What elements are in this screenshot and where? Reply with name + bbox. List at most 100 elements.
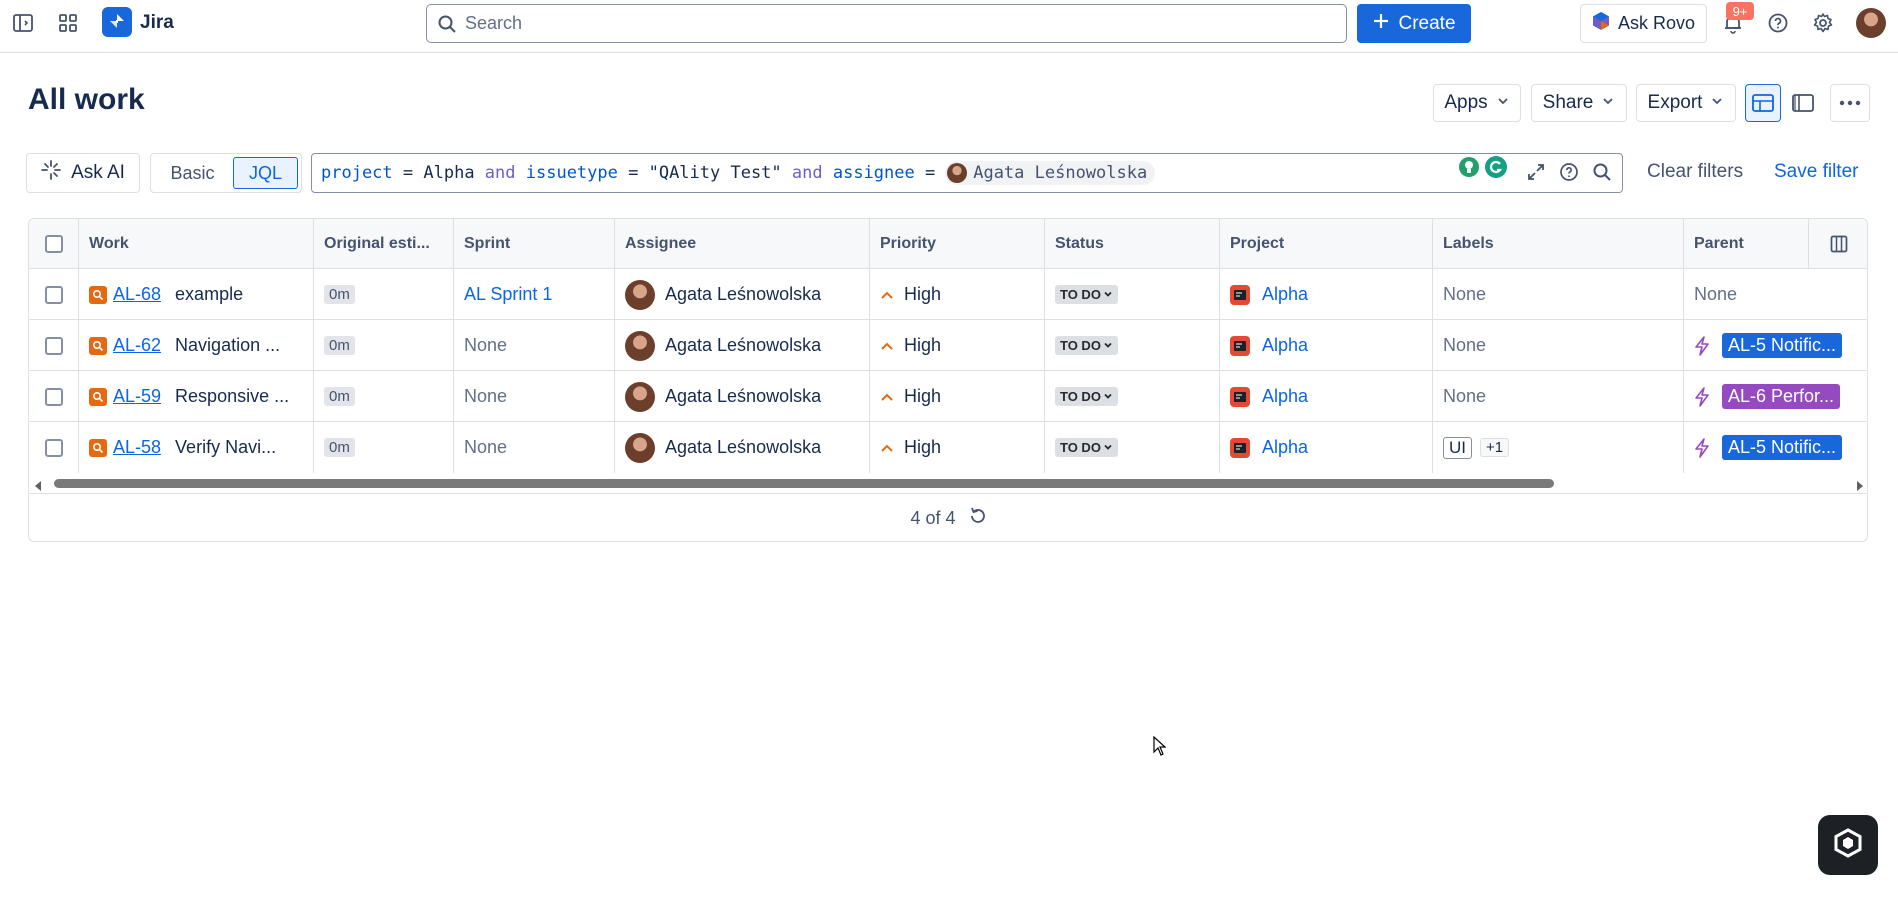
issue-key-link[interactable]: AL-62 bbox=[113, 335, 161, 356]
jira-logo-icon[interactable] bbox=[102, 7, 132, 37]
row-checkbox[interactable] bbox=[44, 336, 63, 355]
help-icon[interactable] bbox=[1763, 8, 1793, 38]
table-row[interactable]: AL-58 Verify Navi... 0m None Agata Leśno… bbox=[29, 422, 1867, 473]
project-link[interactable]: Alpha bbox=[1262, 284, 1308, 305]
column-header-work[interactable]: Work bbox=[79, 219, 314, 269]
share-button[interactable]: Share bbox=[1531, 84, 1627, 122]
status-dropdown[interactable]: TO DO bbox=[1055, 336, 1118, 355]
app-name[interactable]: Jira bbox=[140, 12, 174, 34]
search-icon[interactable] bbox=[1590, 160, 1614, 184]
sidebar-toggle-icon[interactable] bbox=[8, 8, 38, 38]
sprint-link[interactable]: AL Sprint 1 bbox=[464, 284, 552, 305]
status-dropdown[interactable]: TO DO bbox=[1055, 387, 1118, 406]
issue-summary[interactable]: example bbox=[175, 284, 243, 305]
export-button[interactable]: Export bbox=[1636, 84, 1736, 122]
project-link[interactable]: Alpha bbox=[1262, 386, 1308, 407]
sprint-cell[interactable]: None bbox=[454, 422, 615, 473]
labels-cell[interactable]: None bbox=[1433, 320, 1684, 371]
column-header-labels[interactable]: Labels bbox=[1433, 219, 1684, 269]
parent-lozenge[interactable]: AL-5 Notific... bbox=[1722, 333, 1843, 358]
chevron-down-icon bbox=[1710, 92, 1724, 114]
row-checkbox[interactable] bbox=[44, 285, 63, 304]
assignee-cell[interactable]: Agata Leśnowolska bbox=[615, 320, 870, 371]
row-checkbox[interactable] bbox=[44, 387, 63, 406]
priority-high-icon bbox=[880, 290, 894, 300]
ask-rovo-button[interactable]: Ask Rovo bbox=[1580, 4, 1707, 43]
assignee-cell[interactable]: Agata Leśnowolska bbox=[615, 269, 870, 320]
select-all-checkbox[interactable] bbox=[44, 235, 63, 253]
table-row[interactable]: AL-59 Responsive ... 0m None Agata Leśno… bbox=[29, 371, 1867, 422]
priority-cell[interactable]: High bbox=[870, 269, 1045, 320]
jql-mode-button[interactable]: JQL bbox=[232, 157, 298, 189]
project-link[interactable]: Alpha bbox=[1262, 335, 1308, 356]
apps-button[interactable]: Apps bbox=[1433, 84, 1521, 122]
assignee-user-chip[interactable]: Agata Leśnowolska bbox=[945, 161, 1156, 185]
priority-cell[interactable]: High bbox=[870, 320, 1045, 371]
assignee-cell[interactable]: Agata Leśnowolska bbox=[615, 422, 870, 473]
column-header-estimate[interactable]: Original esti... bbox=[314, 219, 454, 269]
parent-cell[interactable]: AL-5 Notific... bbox=[1684, 320, 1867, 371]
status-label: TO DO bbox=[1060, 338, 1101, 353]
issue-summary[interactable]: Navigation ... bbox=[175, 335, 280, 356]
column-header-status[interactable]: Status bbox=[1045, 219, 1220, 269]
settings-gear-icon[interactable] bbox=[1808, 8, 1838, 38]
issue-summary[interactable]: Responsive ... bbox=[175, 386, 289, 407]
jql-token: = bbox=[617, 163, 649, 183]
column-header-assignee[interactable]: Assignee bbox=[615, 219, 870, 269]
column-config-icon[interactable] bbox=[1809, 219, 1867, 269]
refresh-icon[interactable] bbox=[968, 506, 988, 531]
labels-cell[interactable]: None bbox=[1433, 371, 1684, 422]
column-header-priority[interactable]: Priority bbox=[870, 219, 1045, 269]
sprint-value: None bbox=[464, 386, 508, 406]
app-switcher-icon[interactable] bbox=[53, 8, 83, 38]
label-more-count[interactable]: +1 bbox=[1480, 438, 1510, 457]
issue-key-link[interactable]: AL-59 bbox=[113, 386, 161, 407]
grammarly-icon[interactable] bbox=[1484, 155, 1508, 184]
rovo-chat-button[interactable] bbox=[1818, 815, 1878, 875]
parent-cell[interactable]: AL-6 Perfor... bbox=[1684, 371, 1867, 422]
priority-cell[interactable]: High bbox=[870, 371, 1045, 422]
test-issue-type-icon bbox=[89, 387, 107, 406]
list-view-icon[interactable] bbox=[1745, 84, 1781, 122]
sprint-cell[interactable]: None bbox=[454, 320, 615, 371]
row-checkbox[interactable] bbox=[44, 438, 63, 457]
detail-view-icon[interactable] bbox=[1785, 84, 1821, 122]
column-header-project[interactable]: Project bbox=[1220, 219, 1433, 269]
labels-cell[interactable]: None bbox=[1433, 269, 1684, 320]
label-tag[interactable]: UI bbox=[1443, 436, 1472, 459]
expand-icon[interactable] bbox=[1524, 160, 1548, 184]
parent-cell[interactable]: AL-5 Notific... bbox=[1684, 422, 1867, 473]
jql-query-input[interactable]: project = Alpha and issuetype = "QAlity … bbox=[311, 153, 1623, 193]
help-icon[interactable] bbox=[1557, 160, 1581, 184]
issue-key-link[interactable]: AL-68 bbox=[113, 284, 161, 305]
issue-key-link[interactable]: AL-58 bbox=[113, 437, 161, 458]
parent-lozenge[interactable]: AL-6 Perfor... bbox=[1722, 384, 1841, 409]
table-row[interactable]: AL-62 Navigation ... 0m None Agata Leśno… bbox=[29, 320, 1867, 371]
status-dropdown[interactable]: TO DO bbox=[1055, 285, 1118, 304]
status-dropdown[interactable]: TO DO bbox=[1055, 438, 1118, 457]
column-header-sprint[interactable]: Sprint bbox=[454, 219, 615, 269]
priority-cell[interactable]: High bbox=[870, 422, 1045, 473]
lightbulb-extension-icon[interactable] bbox=[1458, 156, 1480, 183]
profile-avatar[interactable] bbox=[1856, 8, 1886, 38]
issue-summary[interactable]: Verify Navi... bbox=[175, 437, 276, 458]
ask-ai-button[interactable]: Ask AI bbox=[26, 153, 140, 193]
save-filter-button[interactable]: Save filter bbox=[1774, 161, 1858, 183]
horizontal-scrollbar[interactable] bbox=[29, 473, 1867, 493]
search-input[interactable]: Search bbox=[426, 4, 1347, 43]
parent-cell[interactable]: None bbox=[1684, 269, 1867, 320]
basic-mode-button[interactable]: Basic bbox=[154, 157, 231, 189]
scrollbar-thumb[interactable] bbox=[54, 479, 1554, 488]
clear-filters-button[interactable]: Clear filters bbox=[1647, 161, 1743, 183]
more-actions-icon[interactable] bbox=[1830, 84, 1870, 122]
labels-cell[interactable]: UI +1 bbox=[1433, 422, 1684, 473]
project-link[interactable]: Alpha bbox=[1262, 437, 1308, 458]
sprint-cell[interactable]: None bbox=[454, 371, 615, 422]
parent-lozenge[interactable]: AL-5 Notific... bbox=[1722, 435, 1843, 460]
assignee-cell[interactable]: Agata Leśnowolska bbox=[615, 371, 870, 422]
estimate-value: 0m bbox=[324, 336, 355, 355]
sprint-value: None bbox=[464, 335, 508, 355]
table-row[interactable]: AL-68 example 0m AL Sprint 1 Agata Leśno… bbox=[29, 269, 1867, 320]
column-header-parent[interactable]: Parent bbox=[1684, 219, 1809, 269]
create-button[interactable]: Create bbox=[1357, 4, 1471, 43]
